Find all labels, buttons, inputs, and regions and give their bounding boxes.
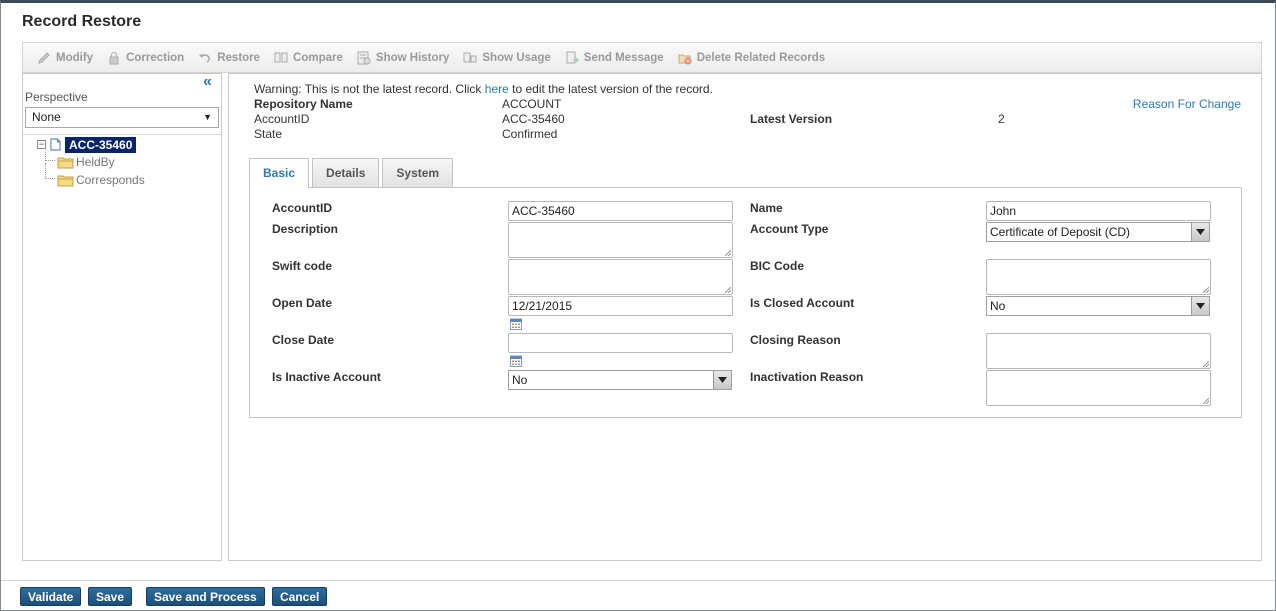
warning-text-before: Warning: This is not the latest record. … — [254, 82, 485, 96]
history-list-icon — [357, 51, 371, 65]
is-closed-select[interactable]: No — [986, 296, 1210, 316]
save-button[interactable]: Save — [88, 587, 133, 606]
show-history-label: Show History — [375, 51, 450, 64]
is-inactive-select[interactable]: No — [508, 370, 732, 390]
correction-button[interactable]: Correction — [107, 51, 184, 65]
name-label: Name — [750, 201, 783, 215]
accountid-input[interactable]: ACC-35460 — [508, 201, 733, 221]
is-closed-label: Is Closed Account — [750, 296, 855, 310]
compare-label: Compare — [293, 51, 343, 64]
compare-docs-icon — [274, 51, 288, 65]
delete-folder-icon — [678, 51, 692, 65]
folder-icon — [57, 175, 74, 186]
perspective-label: Perspective — [25, 90, 88, 104]
header-accountid-value: ACC-35460 — [502, 112, 565, 126]
action-bar: Validate Save Save and Process Cancel — [1, 580, 1275, 610]
undo-arrow-icon — [198, 51, 212, 65]
close-date-label: Close Date — [272, 333, 335, 347]
tab-details[interactable]: Details — [312, 158, 380, 187]
dropdown-arrow-icon: ▼ — [203, 112, 212, 122]
tree-connector — [45, 145, 55, 161]
perspective-value: None — [32, 110, 61, 124]
description-textarea[interactable] — [508, 222, 733, 258]
pencil-icon — [37, 51, 51, 65]
collapse-left-icon[interactable]: « — [203, 74, 217, 90]
state-label: State — [254, 127, 283, 141]
closing-reason-textarea[interactable] — [986, 333, 1211, 369]
tab-bar: Basic Details System — [249, 158, 456, 188]
correction-label: Correction — [126, 51, 185, 64]
account-type-label: Account Type — [750, 222, 829, 236]
calendar-icon[interactable] — [510, 355, 522, 367]
bic-code-textarea[interactable] — [986, 259, 1211, 295]
tab-basic[interactable]: Basic — [249, 158, 310, 188]
tree-item-heldby[interactable]: HeldBy — [45, 145, 145, 171]
tab-system[interactable]: System — [382, 158, 454, 187]
accountid-label: AccountID — [272, 201, 332, 215]
delete-related-label: Delete Related Records — [696, 51, 826, 64]
main-panel: Warning: This is not the latest record. … — [228, 73, 1262, 561]
show-usage-button[interactable]: Show Usage — [463, 51, 551, 65]
state-value: Confirmed — [502, 127, 558, 141]
page-title: Record Restore — [22, 13, 142, 30]
open-date-input[interactable]: 12/21/2015 — [508, 296, 733, 316]
latest-version-label: Latest Version — [750, 112, 833, 126]
usage-icon — [463, 51, 477, 65]
compare-button[interactable]: Compare — [274, 51, 343, 65]
reason-for-change-link[interactable]: Reason For Change — [1133, 97, 1241, 111]
dropdown-arrow-icon[interactable] — [1191, 223, 1209, 241]
perspective-select[interactable]: None ▼ — [25, 107, 219, 128]
inactivation-reason-textarea[interactable] — [986, 370, 1211, 406]
account-type-select[interactable]: Certificate of Deposit (CD) — [986, 222, 1210, 242]
send-doc-icon — [565, 51, 579, 65]
show-usage-label: Show Usage — [482, 51, 551, 64]
tree-item-corresponds[interactable]: Corresponds — [45, 163, 145, 189]
modify-button[interactable]: Modify — [37, 51, 93, 65]
is-inactive-label: Is Inactive Account — [272, 370, 381, 384]
restore-button[interactable]: Restore — [198, 51, 260, 65]
bic-code-label: BIC Code — [750, 259, 804, 273]
send-message-button[interactable]: Send Message — [565, 51, 664, 65]
swift-code-label: Swift code — [272, 259, 333, 273]
show-history-button[interactable]: Show History — [357, 51, 449, 65]
folder-icon — [57, 157, 74, 168]
latest-version-link[interactable]: here — [485, 82, 509, 96]
dropdown-arrow-icon[interactable] — [713, 371, 731, 389]
tree-root-label[interactable]: ACC-35460 — [65, 136, 137, 153]
basic-tab-content: AccountID ACC-35460 Description Swift co… — [249, 187, 1242, 418]
repository-name-label: Repository Name — [254, 97, 353, 111]
sidebar-panel: « Perspective None ▼ − ACC-35460 HeldBy … — [22, 73, 222, 561]
swift-code-textarea[interactable] — [508, 259, 733, 295]
is-closed-value: No — [990, 299, 1006, 313]
close-date-input[interactable] — [508, 333, 733, 353]
lock-icon — [107, 51, 121, 65]
record-tree: − ACC-35460 HeldBy Corresponds — [37, 136, 145, 189]
cancel-button[interactable]: Cancel — [272, 587, 328, 606]
warning-message: Warning: This is not the latest record. … — [254, 82, 713, 96]
send-message-label: Send Message — [583, 51, 664, 64]
tree-connector — [45, 163, 55, 179]
name-input[interactable]: John — [986, 201, 1211, 221]
repository-name-value: ACCOUNT — [502, 97, 562, 111]
inactivation-reason-label: Inactivation Reason — [750, 370, 864, 384]
divider — [23, 134, 221, 135]
record-toolbar: Modify Correction Restore Compare Show H… — [22, 42, 1262, 73]
tree-item-label: Corresponds — [76, 173, 145, 187]
latest-version-value: 2 — [998, 112, 1005, 126]
tree-item-label: HeldBy — [76, 155, 115, 169]
calendar-icon[interactable] — [510, 318, 522, 330]
closing-reason-label: Closing Reason — [750, 333, 841, 347]
save-and-process-button[interactable]: Save and Process — [146, 587, 265, 606]
restore-label: Restore — [217, 51, 261, 64]
account-type-value: Certificate of Deposit (CD) — [990, 225, 1131, 239]
warning-text-after: to edit the latest version of the record… — [508, 82, 713, 96]
header-accountid-label: AccountID — [254, 112, 310, 126]
modify-label: Modify — [56, 51, 94, 64]
is-inactive-value: No — [512, 373, 528, 387]
dropdown-arrow-icon[interactable] — [1191, 297, 1209, 315]
description-label: Description — [272, 222, 339, 236]
open-date-label: Open Date — [272, 296, 333, 310]
delete-related-button[interactable]: Delete Related Records — [678, 51, 825, 65]
validate-button[interactable]: Validate — [20, 587, 82, 606]
